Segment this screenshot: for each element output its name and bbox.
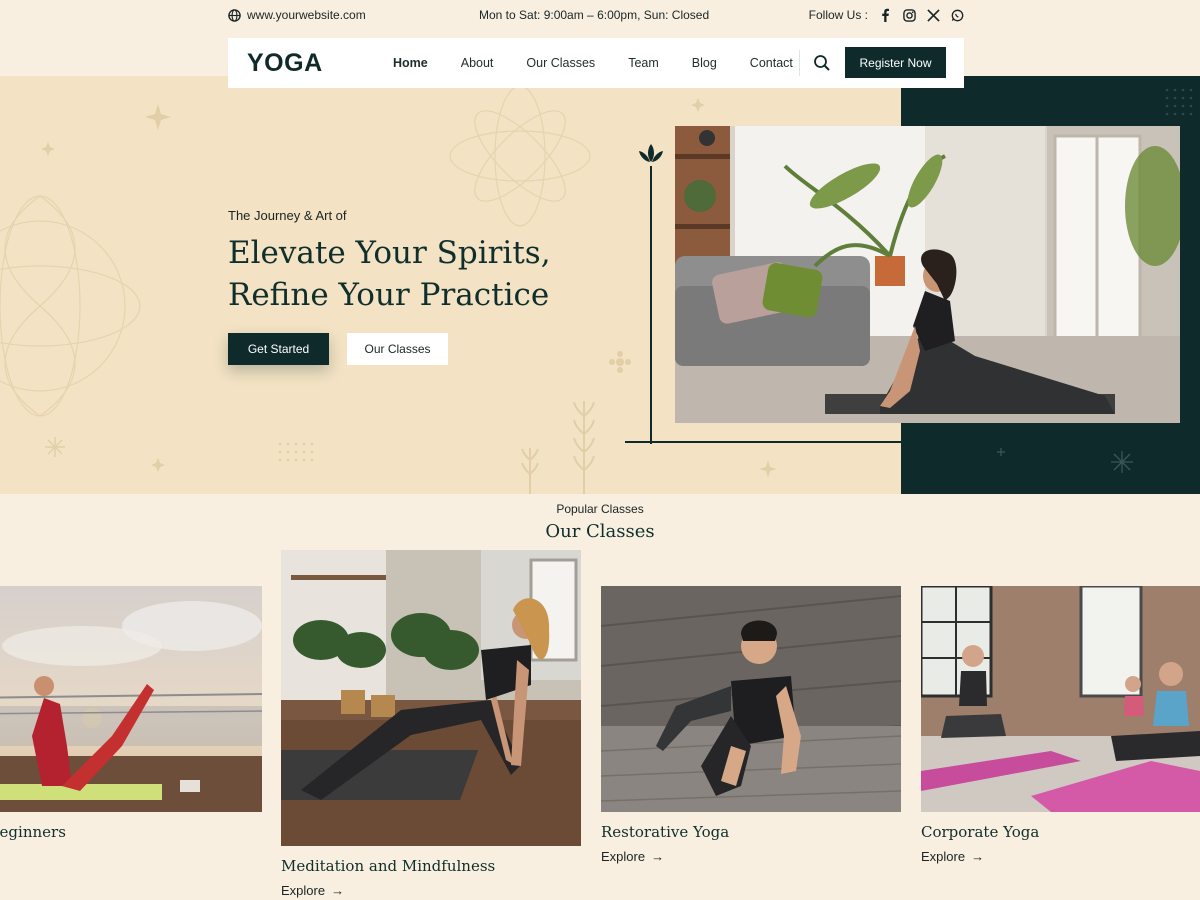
hero-headline-line1: Elevate Your Spirits, xyxy=(228,235,551,271)
class-image-corporate xyxy=(921,586,1200,812)
lotus-leaf-icon xyxy=(639,144,663,162)
explore-link[interactable]: Explore → xyxy=(601,849,901,864)
hero-eyebrow: The Journey & Art of xyxy=(228,208,347,223)
site-logo[interactable]: YOGA xyxy=(247,49,323,78)
follow-label: Follow Us : xyxy=(808,8,868,22)
nav-divider xyxy=(799,50,800,76)
nav-link-team[interactable]: Team xyxy=(628,56,659,70)
website-url[interactable]: www.yourwebsite.com xyxy=(247,8,366,22)
nav-link-contact[interactable]: Contact xyxy=(750,56,793,70)
whatsapp-icon[interactable] xyxy=(950,8,964,22)
class-card-beginners[interactable]: for Beginners re → xyxy=(0,586,262,864)
search-icon[interactable] xyxy=(813,54,831,72)
arrow-right-icon: → xyxy=(331,883,345,898)
frame-line-vertical xyxy=(650,166,652,444)
explore-label: Explore xyxy=(601,849,646,864)
nav-links: Home About Our Classes Team Blog Contact xyxy=(393,38,826,88)
class-image-restorative xyxy=(601,586,901,812)
class-card-restorative[interactable]: Restorative Yoga Explore → xyxy=(601,586,901,864)
nav-link-our-classes[interactable]: Our Classes xyxy=(526,56,595,70)
arrow-right-icon: → xyxy=(971,849,985,864)
get-started-button[interactable]: Get Started xyxy=(228,333,329,365)
explore-label: Explore xyxy=(281,883,326,898)
class-name: Meditation and Mindfulness xyxy=(281,857,496,875)
class-card-meditation[interactable]: Meditation and Mindfulness Explore → xyxy=(281,550,581,898)
hero-yoga-photo xyxy=(675,126,1180,423)
top-bar: www.yourwebsite.com Mon to Sat: 9:00am –… xyxy=(228,0,968,30)
class-image-meditation xyxy=(281,550,581,846)
x-icon[interactable] xyxy=(926,8,940,22)
nav-link-about[interactable]: About xyxy=(461,56,494,70)
class-name: Restorative Yoga xyxy=(601,823,730,841)
opening-hours: Mon to Sat: 9:00am – 6:00pm, Sun: Closed xyxy=(479,8,710,22)
facebook-icon[interactable] xyxy=(878,8,892,22)
website-contact[interactable]: www.yourwebsite.com xyxy=(228,8,366,22)
nav-link-blog[interactable]: Blog xyxy=(692,56,717,70)
register-now-button[interactable]: Register Now xyxy=(845,47,946,78)
explore-link[interactable]: Explore → xyxy=(281,883,581,898)
class-name: Corporate Yoga xyxy=(921,823,1040,841)
section-title: Our Classes xyxy=(545,521,655,542)
frame-line-horizontal xyxy=(625,441,901,443)
class-card-corporate[interactable]: Corporate Yoga Explore → xyxy=(921,586,1200,864)
social-links: Follow Us : xyxy=(809,8,964,22)
arrow-right-icon: → xyxy=(651,849,665,864)
our-classes-button[interactable]: Our Classes xyxy=(347,333,448,365)
explore-link[interactable]: Explore → xyxy=(921,849,1200,864)
main-navbar: YOGA Home About Our Classes Team Blog Co… xyxy=(228,38,964,88)
explore-label: Explore xyxy=(921,849,966,864)
instagram-icon[interactable] xyxy=(902,8,916,22)
nav-link-home[interactable]: Home xyxy=(393,56,428,70)
explore-link[interactable]: re → xyxy=(0,849,262,864)
hero-headline: Elevate Your Spirits, Refine Your Practi… xyxy=(228,232,551,316)
hero-headline-line2: Refine Your Practice xyxy=(228,277,550,313)
globe-icon xyxy=(228,8,241,22)
class-name: for Beginners xyxy=(0,823,66,841)
section-kicker: Popular Classes xyxy=(556,502,644,516)
class-image-beginners xyxy=(0,586,262,812)
